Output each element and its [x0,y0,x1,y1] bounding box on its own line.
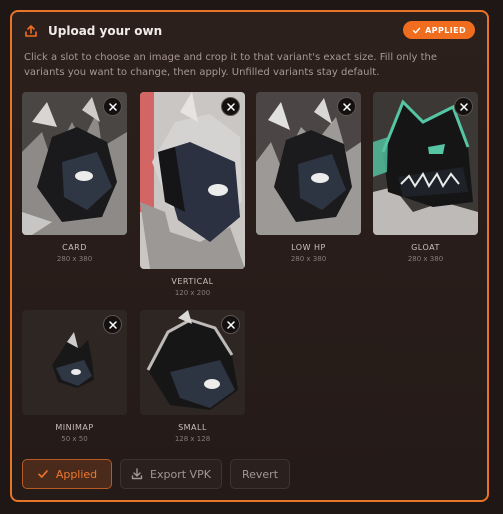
close-icon [108,102,117,111]
slot-name: LOW HP [291,243,326,252]
slot-name: GLOAT [411,243,440,252]
slot-minimap-image[interactable] [22,310,127,415]
remove-button[interactable] [103,97,122,116]
slot-low-hp-image[interactable] [256,92,361,235]
slot-name: CARD [62,243,87,252]
revert-button-label: Revert [241,467,279,481]
slot-name: SMALL [178,423,207,432]
slot-low-hp[interactable]: LOW HP 280 x 380 [256,92,361,263]
slot-vertical[interactable]: VERTICAL 120 x 200 [140,92,245,297]
wolf-portrait-image [140,92,245,269]
slot-name: MINIMAP [55,423,94,432]
close-icon [459,102,468,111]
slot-size: 280 x 380 [407,255,444,263]
slot-size: 120 x 200 [174,289,211,297]
instructions-text: Click a slot to choose an image and crop… [24,52,438,78]
download-icon [131,468,143,480]
slot-size: 280 x 380 [56,255,93,263]
upload-icon [25,25,37,37]
close-icon [226,320,235,329]
remove-button[interactable] [454,97,473,116]
slot-small[interactable]: SMALL 128 x 128 [140,310,245,443]
slot-card[interactable]: CARD 280 x 380 [22,92,127,263]
slot-size: 50 x 50 [61,435,88,443]
check-icon [412,27,421,34]
slot-name: VERTICAL [171,277,214,286]
applied-button[interactable]: Applied [22,459,112,489]
check-icon [38,470,48,479]
remove-button[interactable] [103,315,122,334]
panel-title: Upload your own [48,24,163,38]
remove-button[interactable] [221,315,240,334]
revert-button[interactable]: Revert [230,459,290,489]
slot-size: 280 x 380 [290,255,327,263]
applied-button-label: Applied [55,467,98,481]
close-icon [342,102,351,111]
slot-size: 128 x 128 [174,435,211,443]
status-badge: APPLIED [403,21,475,39]
close-icon [226,102,235,111]
slot-card-image[interactable] [22,92,127,235]
close-icon [108,320,117,329]
export-vpk-button-label: Export VPK [150,467,211,481]
action-bar: Applied Export VPK Revert [22,459,290,489]
slot-gloat-image[interactable] [373,92,478,235]
export-vpk-button[interactable]: Export VPK [120,459,222,489]
slot-vertical-image[interactable] [140,92,245,269]
status-badge-label: APPLIED [425,25,466,35]
panel-header: Upload your own APPLIED [24,20,475,42]
remove-button[interactable] [221,97,240,116]
slot-gloat[interactable]: GLOAT 280 x 380 [373,92,478,263]
remove-button[interactable] [337,97,356,116]
slot-minimap[interactable]: MINIMAP 50 x 50 [22,310,127,443]
slot-small-image[interactable] [140,310,245,415]
upload-panel: Upload your own APPLIED Click a slot to … [10,10,489,502]
